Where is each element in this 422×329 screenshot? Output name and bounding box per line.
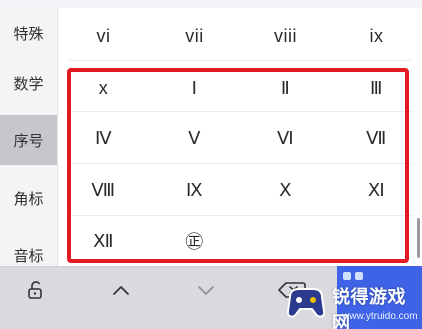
chevron-up-icon[interactable] bbox=[91, 267, 151, 313]
symbol-key[interactable]: Ⅺ bbox=[331, 165, 422, 215]
category-sidebar: 特殊 数学 序号 角标 音标 bbox=[0, 8, 58, 266]
symbol-key[interactable]: ix bbox=[331, 11, 422, 61]
symbol-key[interactable]: Ⅵ bbox=[240, 113, 331, 163]
symbol-key[interactable]: Ⅴ bbox=[149, 113, 240, 163]
sidebar-item-math[interactable]: 数学 bbox=[0, 58, 57, 108]
symbol-key[interactable]: viii bbox=[240, 11, 331, 61]
symbol-grid: vi vii viii ix x Ⅰ Ⅱ Ⅲ Ⅳ Ⅴ Ⅵ Ⅶ Ⅷ Ⅸ Ⅹ Ⅺ Ⅻ… bbox=[58, 8, 422, 266]
row-divider bbox=[68, 111, 412, 112]
symbol-key[interactable]: Ⅷ bbox=[58, 165, 149, 215]
chevron-down-icon[interactable] bbox=[176, 267, 236, 313]
watermark-title: 锐得游戏网 bbox=[332, 287, 406, 329]
symbol-key[interactable] bbox=[331, 216, 422, 266]
gamepad-icon bbox=[286, 288, 326, 318]
symbol-key[interactable]: Ⅲ bbox=[331, 63, 422, 113]
symbol-key[interactable] bbox=[240, 216, 331, 266]
symbol-key[interactable]: Ⅸ bbox=[149, 165, 240, 215]
sidebar-item-subscript[interactable]: 角标 bbox=[0, 173, 57, 223]
sidebar-item-numbering[interactable]: 序号 bbox=[0, 115, 57, 165]
sidebar-item-special[interactable]: 特殊 bbox=[0, 8, 57, 58]
row-divider bbox=[68, 163, 412, 164]
symbol-key[interactable]: Ⅻ bbox=[58, 216, 149, 266]
unlock-icon[interactable] bbox=[6, 267, 66, 313]
grid-scrollbar[interactable] bbox=[417, 218, 420, 258]
symbol-key[interactable]: ㊣ bbox=[149, 216, 240, 266]
symbol-key[interactable]: vii bbox=[149, 11, 240, 61]
watermark-logo: 锐得游戏网 www.ytruido.com bbox=[276, 277, 422, 329]
watermark-url: www.ytruido.com bbox=[342, 311, 418, 322]
symbol-key[interactable]: Ⅹ bbox=[240, 165, 331, 215]
row-divider bbox=[68, 60, 412, 61]
symbol-key[interactable]: Ⅳ bbox=[58, 113, 149, 163]
symbol-key[interactable]: x bbox=[58, 63, 149, 113]
symbol-key[interactable]: Ⅶ bbox=[331, 113, 422, 163]
top-strip bbox=[0, 0, 422, 8]
symbol-key[interactable]: Ⅰ bbox=[149, 63, 240, 113]
symbol-key[interactable]: vi bbox=[58, 11, 149, 61]
symbol-key[interactable]: Ⅱ bbox=[240, 63, 331, 113]
